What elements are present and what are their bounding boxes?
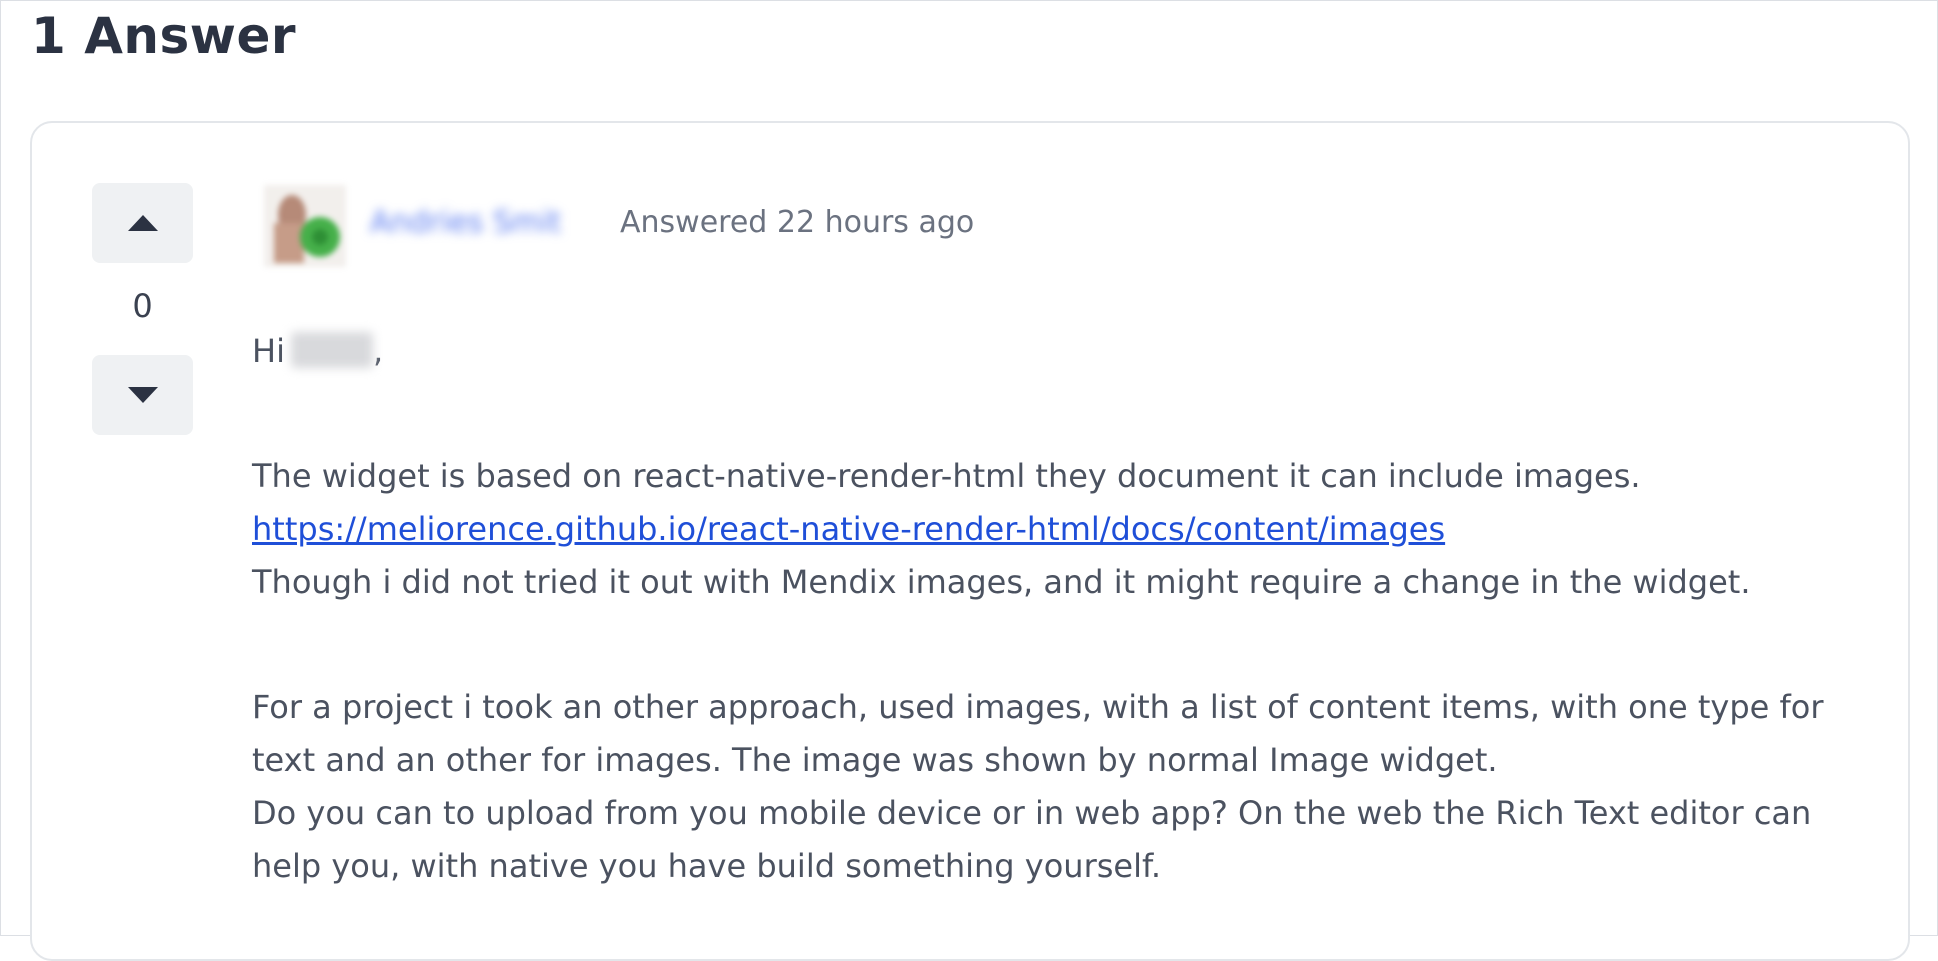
author-avatar[interactable] <box>264 185 346 267</box>
answer-body: Hi, The widget is based on react-native-… <box>252 325 1872 893</box>
answer-card: 0 Andries Smit Answered 22 hours ago Hi,… <box>30 121 1910 961</box>
answer-paragraph-3: For a project i took an other approach, … <box>252 688 1824 779</box>
vote-count: 0 <box>132 287 153 325</box>
greeting-suffix: , <box>372 332 384 370</box>
answered-timestamp: Answered 22 hours ago <box>620 205 975 240</box>
answer-paragraph-4: Do you can to upload from you mobile dev… <box>252 794 1812 885</box>
redacted-name <box>290 332 373 368</box>
greeting-line: Hi, <box>252 325 1872 378</box>
answers-count-heading: 1 Answer <box>31 7 297 65</box>
downvote-button[interactable] <box>92 355 193 435</box>
caret-up-icon <box>127 215 158 231</box>
author-name-link[interactable]: Andries Smit <box>370 205 561 240</box>
answer-paragraph-1: The widget is based on react-native-rend… <box>252 457 1641 495</box>
page-frame: 1 Answer 0 Andries Smit Answered 22 hour… <box>0 0 1938 961</box>
answer-paragraph-2: Though i did not tried it out with Mendi… <box>252 563 1751 601</box>
upvote-button[interactable] <box>92 183 193 263</box>
greeting-prefix: Hi <box>252 332 285 370</box>
docs-images-link[interactable]: https://meliorence.github.io/react-nativ… <box>252 510 1445 548</box>
caret-down-icon <box>127 387 158 403</box>
